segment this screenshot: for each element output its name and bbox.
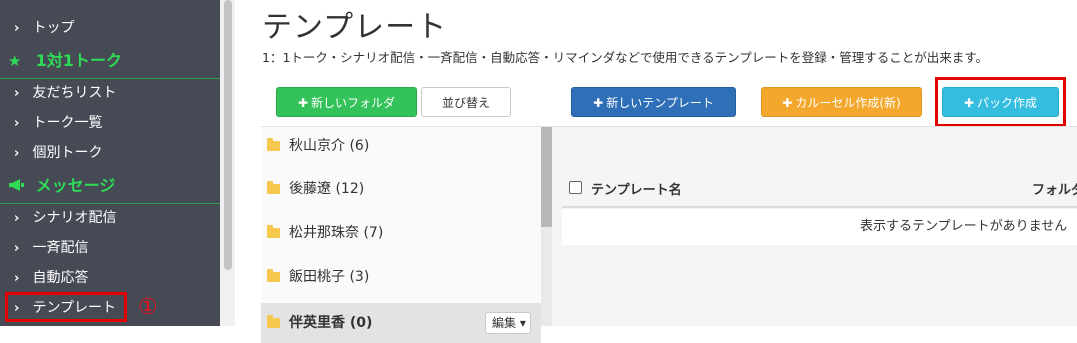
section-label: 1対1トーク: [35, 51, 122, 70]
folder-icon: [267, 138, 280, 151]
chevron-right-icon: ›: [14, 271, 20, 286]
sidebar-section-1on1-talk: ★ 1対1トーク: [0, 44, 220, 79]
template-table-header: テンプレート名 フォルダ: [562, 170, 1077, 208]
section-label: メッセージ: [35, 176, 116, 195]
folder-icon: [267, 269, 280, 282]
empty-message: 表示するテンプレートがありません: [860, 219, 1068, 234]
button-label: 新しいフォルダ: [311, 96, 396, 110]
sidebar-item-individual-talk[interactable]: › 個別トーク: [14, 140, 102, 166]
sidebar-item-label: トップ: [32, 20, 75, 36]
carousel-create-button[interactable]: ✚ カルーセル作成(新): [761, 87, 922, 117]
sidebar-item-label: トーク一覧: [32, 115, 103, 131]
chevron-right-icon: ›: [14, 211, 20, 226]
folder-icon: [267, 225, 280, 238]
chevron-right-icon: ›: [14, 241, 20, 256]
folder-edit-dropdown[interactable]: 編集 ▾: [485, 312, 531, 334]
sidebar-item-broadcast[interactable]: › 一斉配信: [14, 235, 88, 261]
sidebar-item-auto-reply[interactable]: › 自動応答: [14, 265, 88, 291]
template-table-empty-row: 表示するテンプレートがありません: [562, 209, 1077, 245]
plus-icon: ✚: [593, 96, 604, 110]
highlight-box-template: [5, 292, 127, 322]
sidebar-item-friends-list[interactable]: › 友だちリスト: [14, 80, 116, 106]
highlight-box-pack-create: [935, 77, 1066, 127]
folder-item[interactable]: 飯田桃子 (3): [261, 260, 541, 294]
chevron-right-icon: ›: [14, 146, 20, 161]
folder-label: 秋山京介 (6): [289, 138, 370, 154]
column-header-folder[interactable]: フォルダ: [1032, 179, 1077, 198]
sidebar-item-label: 個別トーク: [32, 145, 103, 161]
folder-list: 秋山京介 (6) 後藤遼 (12) 松井那珠奈 (7) 飯田桃子 (3) 伴英里…: [261, 127, 541, 343]
folder-label: 伴英里香 (0): [289, 315, 373, 331]
sidebar-item-scenario[interactable]: › シナリオ配信: [14, 205, 116, 231]
star-icon: ★: [8, 52, 22, 70]
folder-item[interactable]: 秋山京介 (6): [261, 129, 541, 163]
sidebar-item-label: シナリオ配信: [32, 210, 117, 226]
sort-button[interactable]: 並び替え: [421, 87, 511, 117]
folder-item[interactable]: 松井那珠奈 (7): [261, 216, 541, 250]
folder-list-scrollbar-thumb[interactable]: [541, 127, 552, 227]
folder-item-selected[interactable]: 伴英里香 (0) 編集 ▾: [261, 303, 541, 343]
annotation-number-1: ①: [138, 295, 158, 320]
folder-item[interactable]: 後藤遼 (12): [261, 172, 541, 206]
page-description: 1：1トーク・シナリオ配信・一斉配信・自動応答・リマインダなどで使用できるテンプ…: [262, 50, 989, 65]
folder-open-icon: [267, 315, 280, 328]
megaphone-icon: [8, 173, 30, 199]
select-all-checkbox[interactable]: [569, 181, 582, 194]
button-label: 新しいテンプレート: [606, 96, 714, 110]
chevron-right-icon: ›: [14, 21, 20, 36]
sidebar-item-label: 自動応答: [32, 270, 89, 286]
column-header-template-name[interactable]: テンプレート名: [591, 179, 682, 198]
sidebar-item-top[interactable]: › トップ: [14, 15, 74, 41]
sidebar-item-label: 一斉配信: [32, 240, 89, 256]
button-label: カルーセル作成(新): [795, 96, 901, 110]
folder-label: 飯田桃子 (3): [289, 269, 370, 285]
new-folder-button[interactable]: ✚ 新しいフォルダ: [276, 87, 417, 117]
plus-icon: ✚: [782, 96, 793, 110]
sidebar-item-talk-list[interactable]: › トーク一覧: [14, 110, 102, 136]
sidebar: › トップ ★ 1対1トーク › 友だちリスト › トーク一覧 › 個別トーク …: [0, 0, 220, 326]
chevron-right-icon: ›: [14, 116, 20, 131]
button-label: 並び替え: [441, 96, 490, 110]
new-template-button[interactable]: ✚ 新しいテンプレート: [571, 87, 736, 117]
chevron-right-icon: ›: [14, 86, 20, 101]
sidebar-scrollbar-thumb[interactable]: [224, 0, 232, 270]
folder-label: 松井那珠奈 (7): [289, 225, 384, 241]
sidebar-section-message: メッセージ: [0, 169, 220, 204]
page-title: テンプレート: [262, 10, 448, 45]
sidebar-item-label: 友だちリスト: [32, 85, 117, 101]
folder-icon: [267, 181, 280, 194]
plus-icon: ✚: [297, 96, 309, 110]
folder-label: 後藤遼 (12): [289, 181, 365, 197]
